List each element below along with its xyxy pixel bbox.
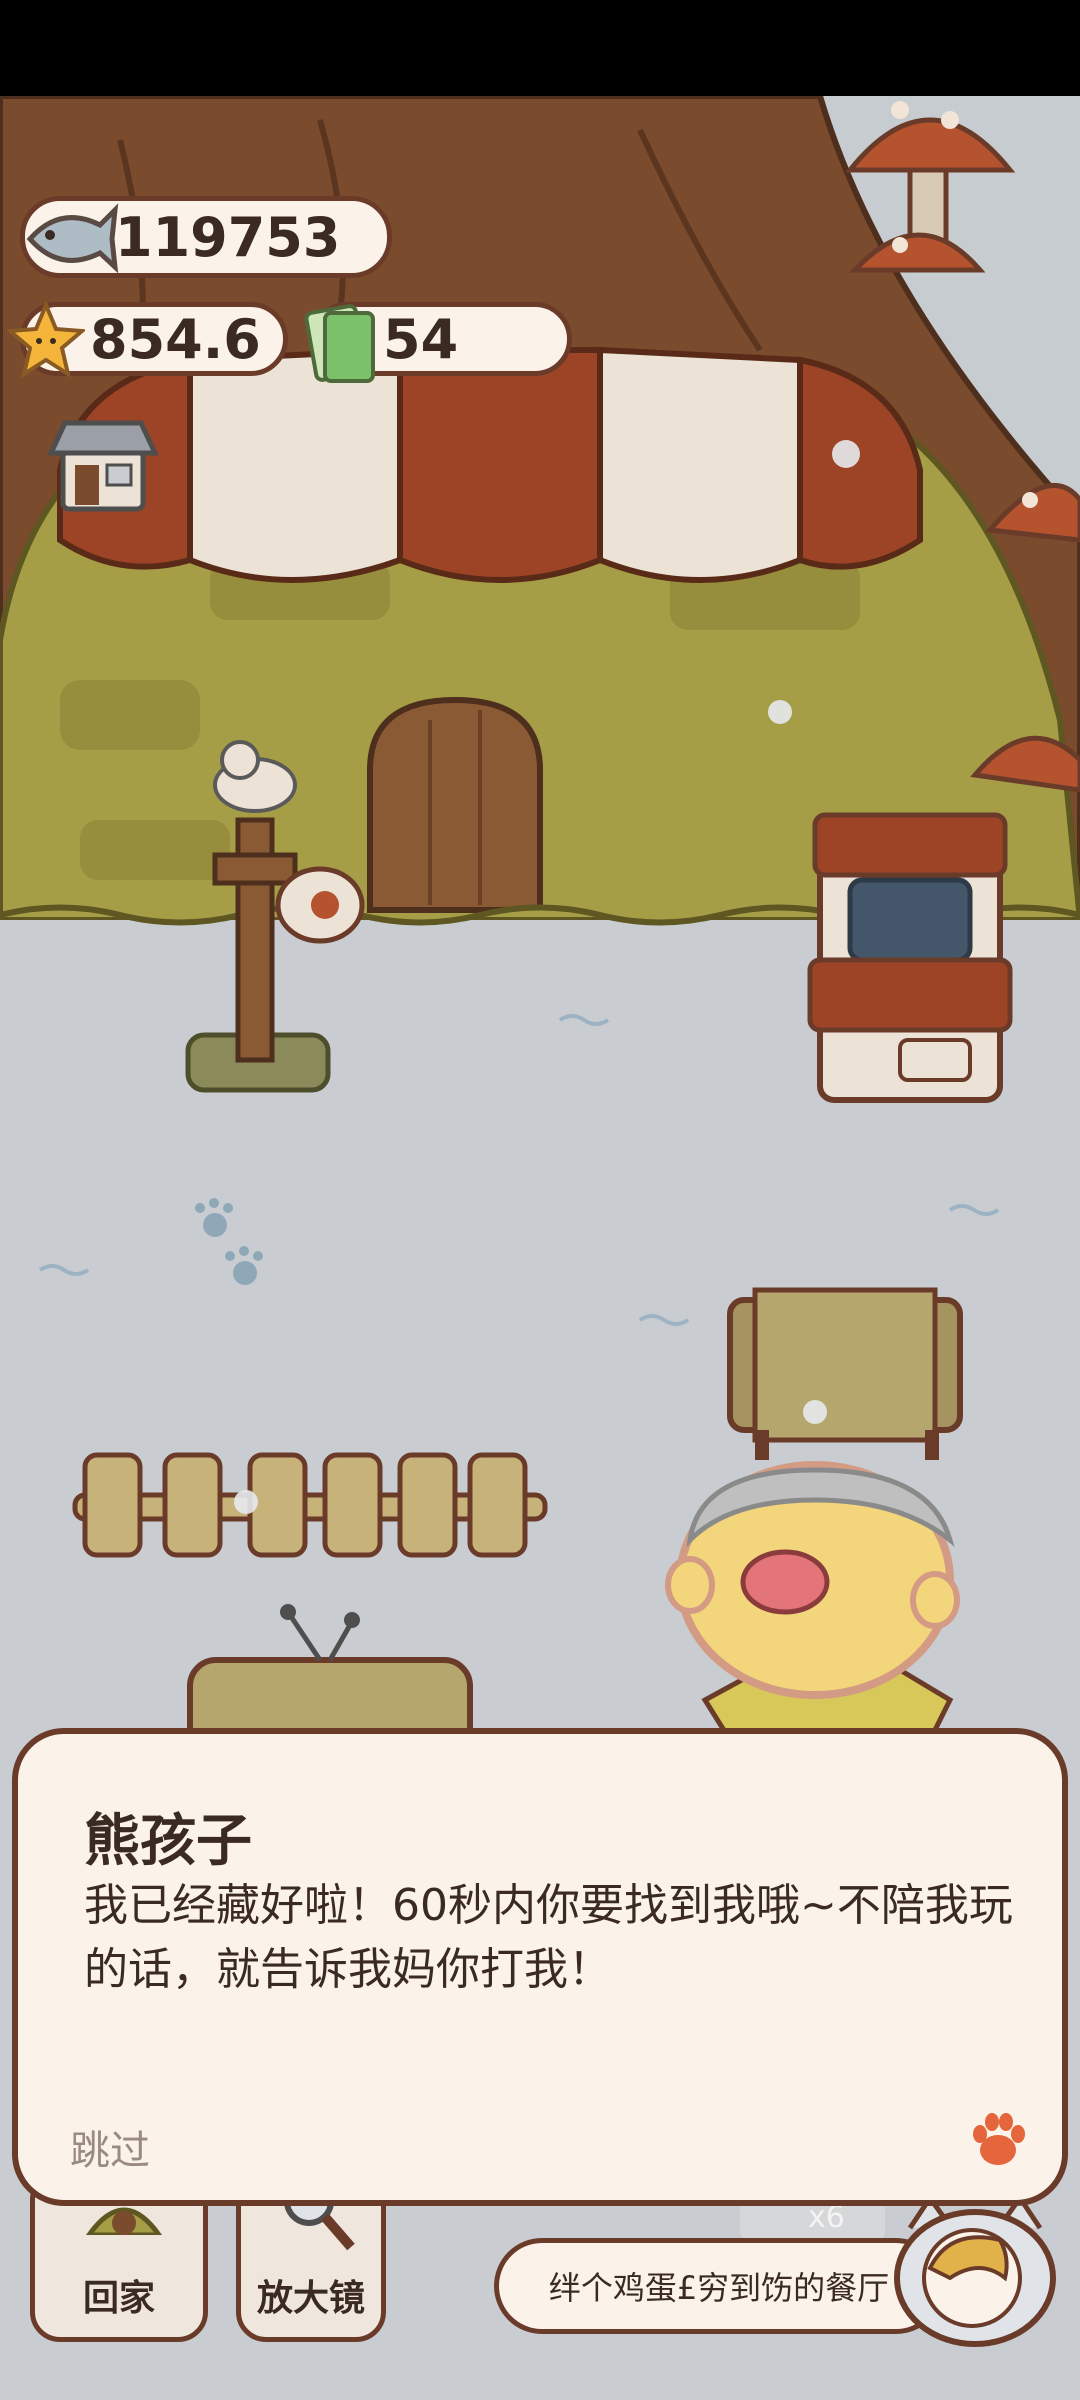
quest-text: 绊个鸡蛋£穷到饬的餐厅: [548, 2269, 890, 2307]
shop-button[interactable]: [45, 415, 160, 515]
home-label: 回家: [82, 2278, 155, 2319]
fish-counter[interactable]: 119753: [20, 196, 392, 278]
status-bar: [0, 0, 1080, 96]
dialog-message: 我已经藏好啦！60秒内你要找到我哦~不陪我玩的话，就告诉我妈你打我！: [84, 1880, 1013, 1995]
ticket-counter[interactable]: 54: [304, 302, 572, 383]
shop-icon: [47, 420, 159, 512]
wooden-board: [727, 1287, 963, 1460]
avatar: [894, 2193, 1056, 2347]
quest-banner[interactable]: 绊个鸡蛋£穷到饬的餐厅: [494, 2238, 944, 2334]
paw-icon[interactable]: [968, 2112, 1028, 2168]
skip-button[interactable]: 跳过: [70, 2118, 150, 2176]
star-counter[interactable]: 854.6: [7, 301, 288, 379]
ticket-icon: [304, 304, 375, 383]
speaker-name: 熊孩子: [84, 1809, 252, 1874]
fish-count: 119753: [115, 205, 341, 269]
arcade-machine: [807, 812, 1013, 1103]
cat-avatar-button[interactable]: [890, 2188, 1060, 2352]
fish-icon: [26, 203, 119, 274]
dialog-box[interactable]: 熊孩子 我已经藏好啦！60秒内你要找到我哦~不陪我玩的话，就告诉我妈你打我！ 跳…: [12, 1728, 1068, 2206]
kid-character: [665, 1461, 960, 1743]
magnifier-label: 放大镜: [256, 2278, 365, 2319]
ticket-count: 54: [383, 307, 459, 371]
star-count: 854.6: [90, 307, 261, 371]
star-icon: [7, 301, 85, 379]
hut-door: [367, 696, 543, 913]
awning: [57, 346, 923, 583]
